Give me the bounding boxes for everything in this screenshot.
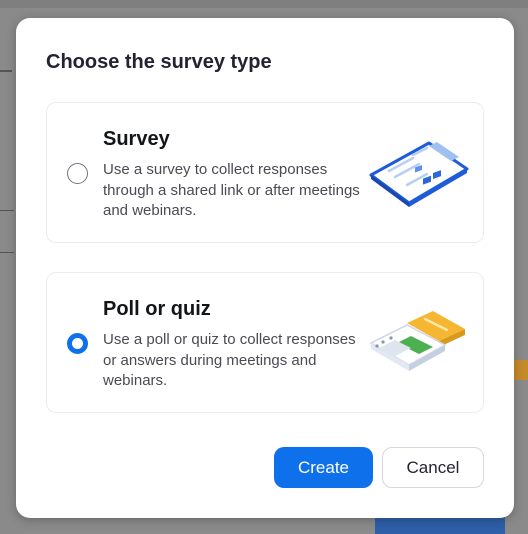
- create-button[interactable]: Create: [274, 447, 373, 488]
- option-title: Poll or quiz: [103, 298, 211, 320]
- background-app-fragment: [0, 70, 12, 72]
- cancel-button[interactable]: Cancel: [382, 447, 484, 488]
- option-description: Use a poll or quiz to collect responses …: [103, 331, 356, 389]
- survey-type-dialog: Choose the survey type Survey Use a surv…: [16, 18, 514, 518]
- survey-radio[interactable]: [67, 163, 88, 184]
- poll-quiz-illustration: [369, 311, 465, 371]
- option-survey[interactable]: Survey Use a survey to collect responses…: [46, 102, 484, 243]
- background-app-edge: [0, 0, 528, 8]
- background-app-fragment: [0, 252, 14, 253]
- background-app-fragment: [0, 210, 14, 211]
- dialog-title: Choose the survey type: [46, 51, 272, 73]
- poll-radio[interactable]: [67, 333, 88, 354]
- background-app-fragment: [514, 360, 528, 380]
- survey-form-illustration: [369, 141, 469, 207]
- option-description: Use a survey to collect responses throug…: [103, 161, 360, 219]
- option-poll-or-quiz[interactable]: Poll or quiz Use a poll or quiz to colle…: [46, 272, 484, 413]
- background-app-fragment: [375, 516, 505, 534]
- option-title: Survey: [103, 128, 170, 150]
